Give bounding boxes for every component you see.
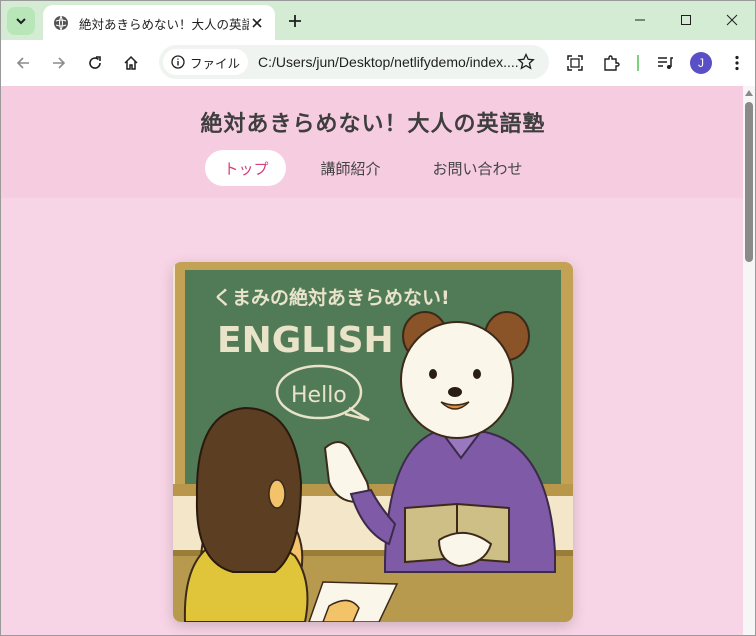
chevron-down-icon — [16, 18, 26, 25]
scroll-up-arrow-icon[interactable] — [745, 88, 753, 98]
site-header: 絶対あきらめない！大人の英語塾 トップ 講師紹介 お問い合わせ — [1, 86, 745, 198]
close-icon[interactable] — [249, 15, 265, 31]
url-text[interactable]: C:/Users/jun/Desktop/netlifydemo/index..… — [258, 54, 526, 70]
reload-button[interactable] — [81, 49, 109, 77]
arrow-left-icon — [16, 57, 29, 69]
page-scrollbar[interactable] — [743, 86, 755, 635]
bookmark-star-icon[interactable] — [517, 52, 535, 75]
minimize-button[interactable] — [617, 1, 663, 39]
arrow-right-icon — [53, 57, 66, 69]
site-chip-label: ファイル — [190, 55, 241, 71]
reload-icon — [89, 56, 101, 69]
toolbar-divider — [637, 55, 639, 71]
browser-titlebar: 絶対あきらめない！大人の英語塾 — [0, 0, 756, 41]
info-icon — [171, 55, 185, 69]
tab-search-button[interactable] — [7, 7, 35, 35]
hero-illustration: くまみの絶対あきらめない! ENGLISH Hello — [173, 262, 573, 622]
forward-button[interactable] — [45, 49, 73, 77]
tab-title: 絶対あきらめない！大人の英語塾 — [79, 16, 249, 32]
extensions-puzzle-icon[interactable] — [599, 51, 623, 75]
maximize-icon — [681, 15, 691, 25]
globe-icon — [53, 15, 69, 31]
browser-tab[interactable]: 絶対あきらめない！大人の英語塾 — [43, 5, 275, 41]
screenshot-icon[interactable] — [563, 51, 587, 75]
profile-avatar[interactable]: J — [690, 52, 712, 74]
site-title: 絶対あきらめない！大人の英語塾 — [200, 112, 546, 137]
site-nav: トップ 講師紹介 お問い合わせ — [1, 150, 745, 186]
nav-item-contact[interactable]: お問い合わせ — [415, 150, 541, 186]
board-line1: くまみの絶対あきらめない! — [213, 286, 450, 309]
board-line2: ENGLISH — [217, 320, 394, 361]
minimize-icon — [635, 19, 645, 21]
address-bar[interactable]: ファイル C:/Users/jun/Desktop/netlifydemo/in… — [159, 45, 549, 79]
scroll-thumb[interactable] — [745, 102, 753, 262]
close-icon — [726, 14, 738, 26]
media-control-icon[interactable] — [653, 51, 677, 75]
nav-item-instructors[interactable]: 講師紹介 — [302, 150, 398, 186]
maximize-button[interactable] — [663, 1, 709, 39]
site-info-chip[interactable]: ファイル — [163, 49, 249, 75]
close-window-button[interactable] — [709, 1, 755, 39]
plus-icon — [289, 15, 301, 27]
bubble-text: Hello — [291, 383, 347, 408]
back-button[interactable] — [9, 49, 37, 77]
more-menu-icon[interactable] — [725, 51, 749, 75]
home-button[interactable] — [117, 49, 145, 77]
new-tab-button[interactable] — [283, 9, 307, 33]
web-page: 絶対あきらめない！大人の英語塾 トップ 講師紹介 お問い合わせ くまみの絶対あき… — [0, 86, 756, 636]
nav-item-top[interactable]: トップ — [205, 150, 287, 186]
browser-toolbar: ファイル C:/Users/jun/Desktop/netlifydemo/in… — [0, 40, 756, 86]
home-icon — [124, 55, 138, 70]
